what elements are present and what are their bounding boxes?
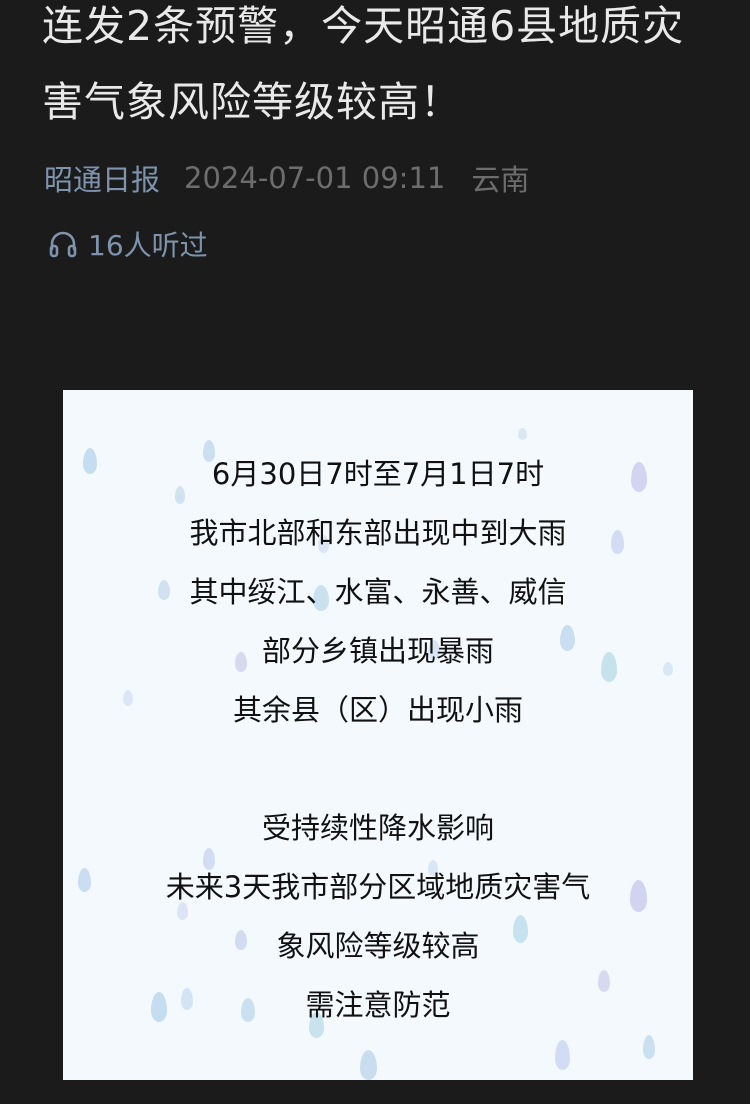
listen-button[interactable]: 16人听过 (46, 222, 208, 266)
warning-line: 未来3天我市部分区域地质灾害气 (165, 870, 591, 904)
publish-time: 2024-07-01 09:11 (184, 161, 446, 195)
listen-count: 16人听过 (88, 229, 208, 262)
raindrop-decoration-mark (643, 1035, 655, 1059)
warning-line: 受持续性降水影响 (261, 811, 494, 845)
warning-line: 象风险等级较高 (276, 929, 480, 963)
warning-image-card: 6月30日7时至7月1日7时 我市北部和东部出现中到大雨 其中绥江、水富、永善、… (63, 390, 693, 1080)
raindrop-decoration-mark (360, 1050, 377, 1080)
warning-line: 其中绥江、水富、永善、威信 (189, 575, 567, 609)
article-meta: 昭通日报 2024-07-01 09:11 云南 (44, 156, 529, 200)
warning-line: 部分乡镇出现暴雨 (261, 634, 494, 668)
raindrop-decoration-mark (555, 1040, 570, 1070)
warning-text: 6月30日7时至7月1日7时 我市北部和东部出现中到大雨 其中绥江、水富、永善、… (63, 445, 693, 1035)
article-title: 连发2条预警，今天昭通6县地质灾害气象风险等级较高！ (42, 2, 685, 126)
source-link[interactable]: 昭通日报 (44, 157, 160, 199)
warning-line: 其余县（区）出现小雨 (232, 693, 523, 727)
headphones-icon (46, 227, 80, 261)
raindrop-decoration-mark (518, 428, 527, 440)
warning-line-spacer (63, 740, 693, 799)
warning-line: 6月30日7时至7月1日7时 (211, 457, 545, 491)
warning-line: 需注意防范 (305, 988, 451, 1022)
warning-line: 我市北部和东部出现中到大雨 (189, 516, 567, 550)
region-label: 云南 (471, 163, 530, 197)
